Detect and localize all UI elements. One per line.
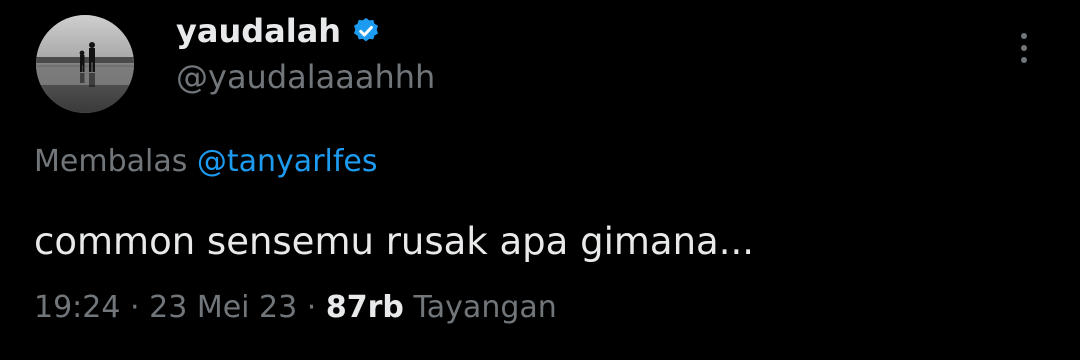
views-label[interactable]: Tayangan bbox=[413, 290, 556, 325]
author-handle[interactable]: @yaudalaaahhh bbox=[176, 58, 435, 96]
verified-badge-icon bbox=[354, 17, 379, 42]
views-count[interactable]: 87rb bbox=[326, 290, 404, 325]
author-name-row[interactable]: yaudalah bbox=[176, 12, 381, 50]
reply-prefix: Membalas bbox=[34, 144, 188, 179]
tweet-text: common sensemu rusak apa gimana... bbox=[34, 220, 754, 263]
reply-mention-link[interactable]: @tanyarlfes bbox=[197, 144, 378, 179]
tweet-meta: 19:24 · 23 Mei 23 · 87rb Tayangan bbox=[34, 290, 557, 325]
reply-context: Membalas @tanyarlfes bbox=[34, 144, 378, 179]
more-vertical-icon[interactable] bbox=[1014, 28, 1034, 68]
meta-separator: · bbox=[130, 290, 140, 325]
avatar-image bbox=[36, 15, 134, 113]
tweet-time[interactable]: 19:24 bbox=[34, 290, 120, 325]
avatar[interactable] bbox=[36, 15, 134, 113]
display-name[interactable]: yaudalah bbox=[176, 12, 341, 50]
meta-separator: · bbox=[306, 290, 317, 325]
tweet-date[interactable]: 23 Mei 23 bbox=[149, 290, 297, 325]
